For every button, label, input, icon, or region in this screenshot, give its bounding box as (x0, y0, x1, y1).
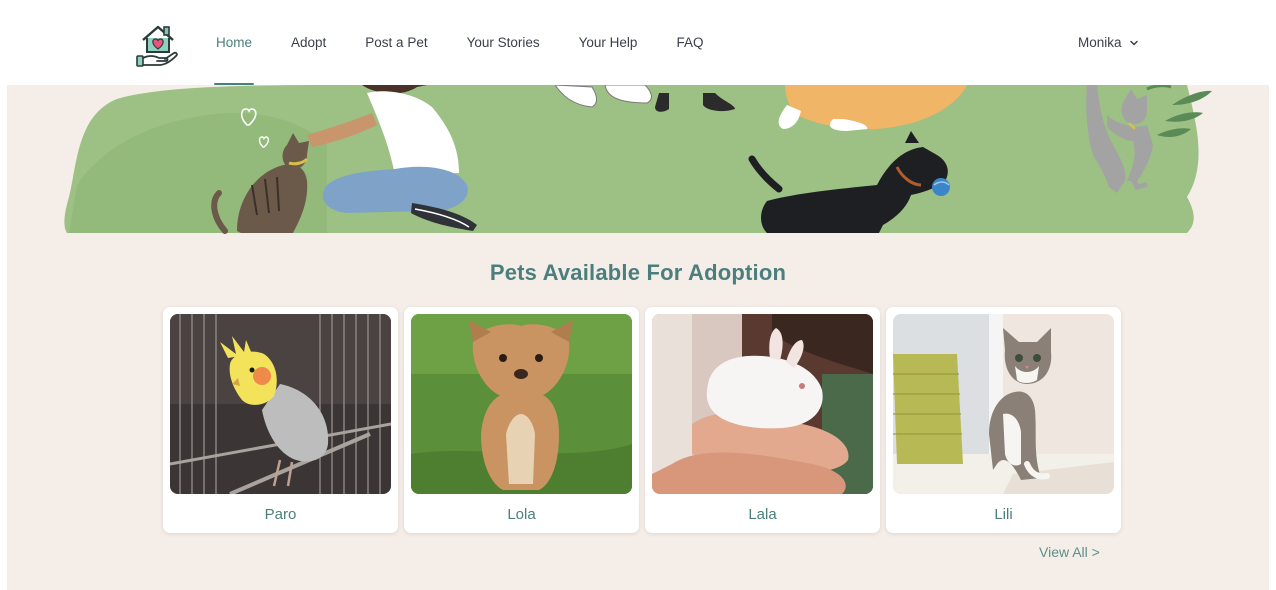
pet-photo-paro (170, 314, 391, 494)
nav-your-stories[interactable]: Your Stories (467, 0, 540, 85)
pet-name-lili: Lili (994, 506, 1013, 523)
nav-post-a-pet-label: Post a Pet (365, 35, 428, 50)
user-menu[interactable]: Monika (1078, 0, 1138, 85)
bunny-image (652, 314, 873, 494)
pet-card-lola[interactable]: Lola (404, 307, 639, 533)
pet-photo-lala (652, 314, 873, 494)
chihuahua-image (411, 314, 632, 494)
page: Home Adopt Post a Pet Your Stories Your … (7, 0, 1269, 590)
pet-name-lala: Lala (748, 506, 777, 523)
view-all-link[interactable]: View All > (1039, 544, 1100, 560)
nav-adopt[interactable]: Adopt (291, 0, 326, 85)
hero-illustration (64, 85, 1212, 234)
pet-name-lola: Lola (507, 506, 536, 523)
nav-your-help-label: Your Help (578, 35, 638, 50)
nav-your-stories-label: Your Stories (466, 35, 540, 50)
section-title: Pets Available For Adoption (489, 260, 787, 285)
pet-card-lala[interactable]: Lala (645, 307, 880, 533)
main-content: Pets Available For Adoption Paro Lola La… (7, 85, 1269, 590)
cockatiel-image (170, 314, 391, 494)
nav-post-a-pet[interactable]: Post a Pet (365, 0, 427, 85)
nav-faq[interactable]: FAQ (676, 0, 703, 85)
chevron-down-icon (1129, 40, 1138, 45)
nav-adopt-label: Adopt (291, 35, 327, 50)
kitten-image (893, 314, 1114, 494)
pet-cards: Paro Lola Lala Lili (163, 307, 1121, 533)
nav-faq-label: FAQ (676, 35, 704, 50)
nav-links: Home Adopt Post a Pet Your Stories Your … (213, 0, 742, 85)
top-navbar: Home Adopt Post a Pet Your Stories Your … (7, 0, 1269, 85)
user-name: Monika (1078, 35, 1122, 50)
pet-card-lili[interactable]: Lili (886, 307, 1121, 533)
nav-home-label: Home (216, 35, 253, 50)
nav-home[interactable]: Home (213, 0, 255, 85)
pet-card-paro[interactable]: Paro (163, 307, 398, 533)
pet-photo-lili (893, 314, 1114, 494)
house-heart-hand-icon[interactable] (135, 18, 181, 70)
pet-photo-lola (411, 314, 632, 494)
pet-name-paro: Paro (264, 506, 297, 523)
nav-your-help[interactable]: Your Help (579, 0, 638, 85)
